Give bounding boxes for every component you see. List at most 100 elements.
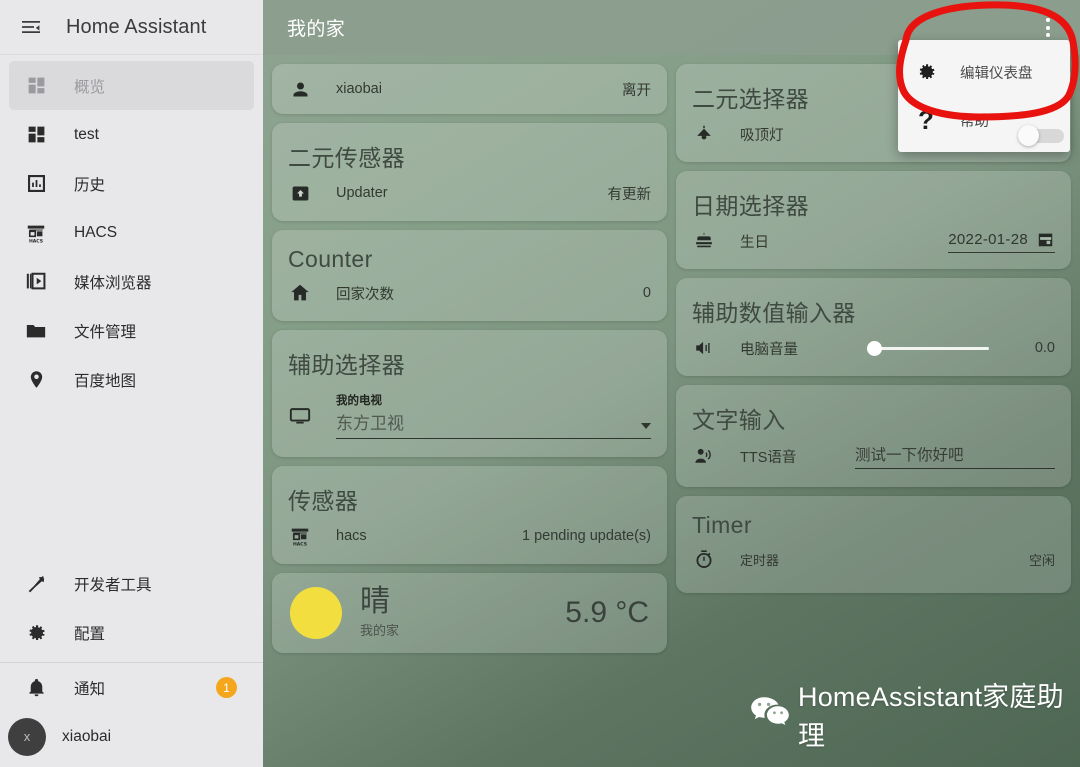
card-title: Timer <box>692 512 752 538</box>
view-dashboard-icon <box>24 123 48 147</box>
card-date-picker: 日期选择器 生日 2022-01-28 <box>676 171 1071 269</box>
view-dashboard-icon <box>24 74 48 98</box>
cog-icon <box>24 621 48 645</box>
bell-icon <box>24 676 48 700</box>
sidebar-item-hacs[interactable]: HACS HACS <box>9 208 254 257</box>
sidebar-item-file-manager[interactable]: 文件管理 <box>9 306 254 355</box>
tts-text-input[interactable]: 测试一下你好吧 <box>855 443 1055 469</box>
dot <box>1046 25 1050 30</box>
menu-toggle-switch[interactable] <box>1016 125 1064 146</box>
sidebar-item-label: 文件管理 <box>74 323 137 341</box>
entity-row[interactable]: Updater 有更新 <box>272 175 667 221</box>
sidebar-item-baidu-map[interactable]: 百度地图 <box>9 355 254 404</box>
date-value: 2022-01-28 <box>948 230 1028 248</box>
avatar: x <box>8 717 46 756</box>
entity-row[interactable]: 定时器 空闲 <box>676 541 1071 593</box>
card-binary-sensor: 二元传感器 Updater 有更新 <box>272 123 667 221</box>
sidebar-item-history[interactable]: 历史 <box>9 159 254 208</box>
entity-name: 电脑音量 <box>740 341 798 358</box>
entity-row[interactable]: xiaobai 离开 <box>272 64 667 114</box>
weather-condition: 晴 <box>360 585 390 618</box>
entity-row: 生日 2022-01-28 <box>676 223 1071 269</box>
account-voice-icon <box>692 444 716 468</box>
sidebar-title: Home Assistant <box>66 15 207 38</box>
date-input[interactable]: 2022-01-28 <box>948 230 1055 253</box>
main-content: 我的家 xiaobai 离开 二元传感器 Updater 有更新 Counter… <box>263 0 1080 767</box>
entity-row: 电脑音量 0.0 <box>676 330 1071 376</box>
entity-name: hacs <box>336 528 367 544</box>
package-up-icon <box>288 181 312 205</box>
weather-row: 晴 我的家 5.9 °C <box>272 573 667 653</box>
chart-bar-icon <box>24 172 48 196</box>
home-assistant-window: Home Assistant 概览 test 历史 HACS HACS 媒体浏览… <box>0 0 1080 767</box>
page-title: 我的家 <box>287 19 346 40</box>
home-icon <box>288 281 312 305</box>
card-title: Counter <box>288 246 373 272</box>
select-input[interactable]: 东方卫视 <box>336 409 651 439</box>
timer-icon <box>692 547 716 571</box>
entity-state: 0.0 <box>1034 340 1055 356</box>
sidebar-nav: 概览 test 历史 HACS HACS 媒体浏览器 文件管理 百度地图 <box>0 55 263 404</box>
card-input-number: 辅助数值输入器 电脑音量 0.0 <box>676 278 1071 376</box>
select-wrapper: 我的电视 东方卫视 <box>336 392 651 439</box>
volume-slider[interactable] <box>866 340 989 356</box>
entity-name: 定时器 <box>740 552 780 568</box>
entity-state: 离开 <box>622 82 651 99</box>
sidebar-item-label: 百度地图 <box>74 372 137 390</box>
sidebar: Home Assistant 概览 test 历史 HACS HACS 媒体浏览… <box>0 0 263 767</box>
map-marker-icon <box>24 368 48 392</box>
entity-state: 0 <box>642 285 651 301</box>
sidebar-item-test[interactable]: test <box>9 110 254 159</box>
card-title: 文字输入 <box>692 407 786 433</box>
entity-row: TTS语音 测试一下你好吧 <box>676 437 1071 487</box>
card-title: 传感器 <box>288 488 359 514</box>
sidebar-item-label: 概览 <box>74 78 106 96</box>
dashboard-column-right: 二元选择器 吸顶灯 日期选择器 生日 2022-01-28 辅助数值输入器 电脑… <box>676 64 1071 653</box>
menu-item-help[interactable]: ? 帮助 <box>898 96 1070 146</box>
select-label: 我的电视 <box>336 395 382 407</box>
entity-row[interactable]: 回家次数 0 <box>272 275 667 321</box>
chevron-down-icon <box>641 423 651 429</box>
entity-row[interactable]: HACS hacs 1 pending update(s) <box>272 518 667 564</box>
entity-row: 我的电视 东方卫视 <box>272 382 667 457</box>
entity-state: 空闲 <box>1028 552 1055 568</box>
sidebar-item-notifications[interactable]: 通知 1 <box>9 663 254 712</box>
sidebar-item-label: HACS <box>74 223 118 241</box>
card-person: xiaobai 离开 <box>272 64 667 114</box>
sidebar-item-user[interactable]: x xiaobai <box>8 712 254 761</box>
sunny-icon <box>290 587 342 639</box>
sidebar-item-label: xiaobai <box>62 727 112 745</box>
dot <box>1046 18 1050 22</box>
sidebar-item-label: 开发者工具 <box>74 576 152 594</box>
svg-text:HACS: HACS <box>293 542 307 547</box>
sidebar-item-overview[interactable]: 概览 <box>9 61 254 110</box>
sidebar-item-label: 配置 <box>74 625 106 643</box>
hammer-wrench-icon <box>24 572 48 596</box>
card-input-select: 辅助选择器 我的电视 东方卫视 <box>272 330 667 457</box>
entity-state: 有更新 <box>607 186 652 203</box>
menu-item-label: 帮助 <box>960 113 989 130</box>
select-value: 东方卫视 <box>336 414 404 433</box>
calendar-icon[interactable] <box>1036 230 1055 249</box>
card-title: 辅助选择器 <box>288 352 405 378</box>
toggle-thumb[interactable] <box>1018 125 1039 146</box>
sidebar-item-developer-tools[interactable]: 开发者工具 <box>9 559 254 608</box>
sidebar-item-label: 历史 <box>74 176 106 194</box>
sidebar-bottom: 开发者工具 配置 通知 1 x xiaobai <box>0 559 263 767</box>
entity-name: Updater <box>336 185 388 201</box>
sidebar-item-configuration[interactable]: 配置 <box>9 608 254 657</box>
slider-thumb[interactable] <box>866 340 882 356</box>
sidebar-header: Home Assistant <box>0 0 263 55</box>
card-weather[interactable]: 晴 我的家 5.9 °C <box>272 573 667 653</box>
watermark: HomeAssistant家庭助理 <box>750 675 1080 753</box>
sidebar-item-label: 媒体浏览器 <box>74 274 152 292</box>
card-title: 日期选择器 <box>692 193 809 219</box>
hamburger-collapse-icon[interactable] <box>14 10 48 44</box>
card-sensor: 传感器 HACS hacs 1 pending update(s) <box>272 466 667 564</box>
card-input-text: 文字输入 TTS语音 测试一下你好吧 <box>676 385 1071 487</box>
entity-name: 回家次数 <box>336 286 394 303</box>
hacs-store-icon: HACS <box>24 221 48 245</box>
menu-item-edit-dashboard[interactable]: 编辑仪表盘 <box>898 48 1070 96</box>
notification-badge: 1 <box>216 677 237 698</box>
sidebar-item-media-browser[interactable]: 媒体浏览器 <box>9 257 254 306</box>
